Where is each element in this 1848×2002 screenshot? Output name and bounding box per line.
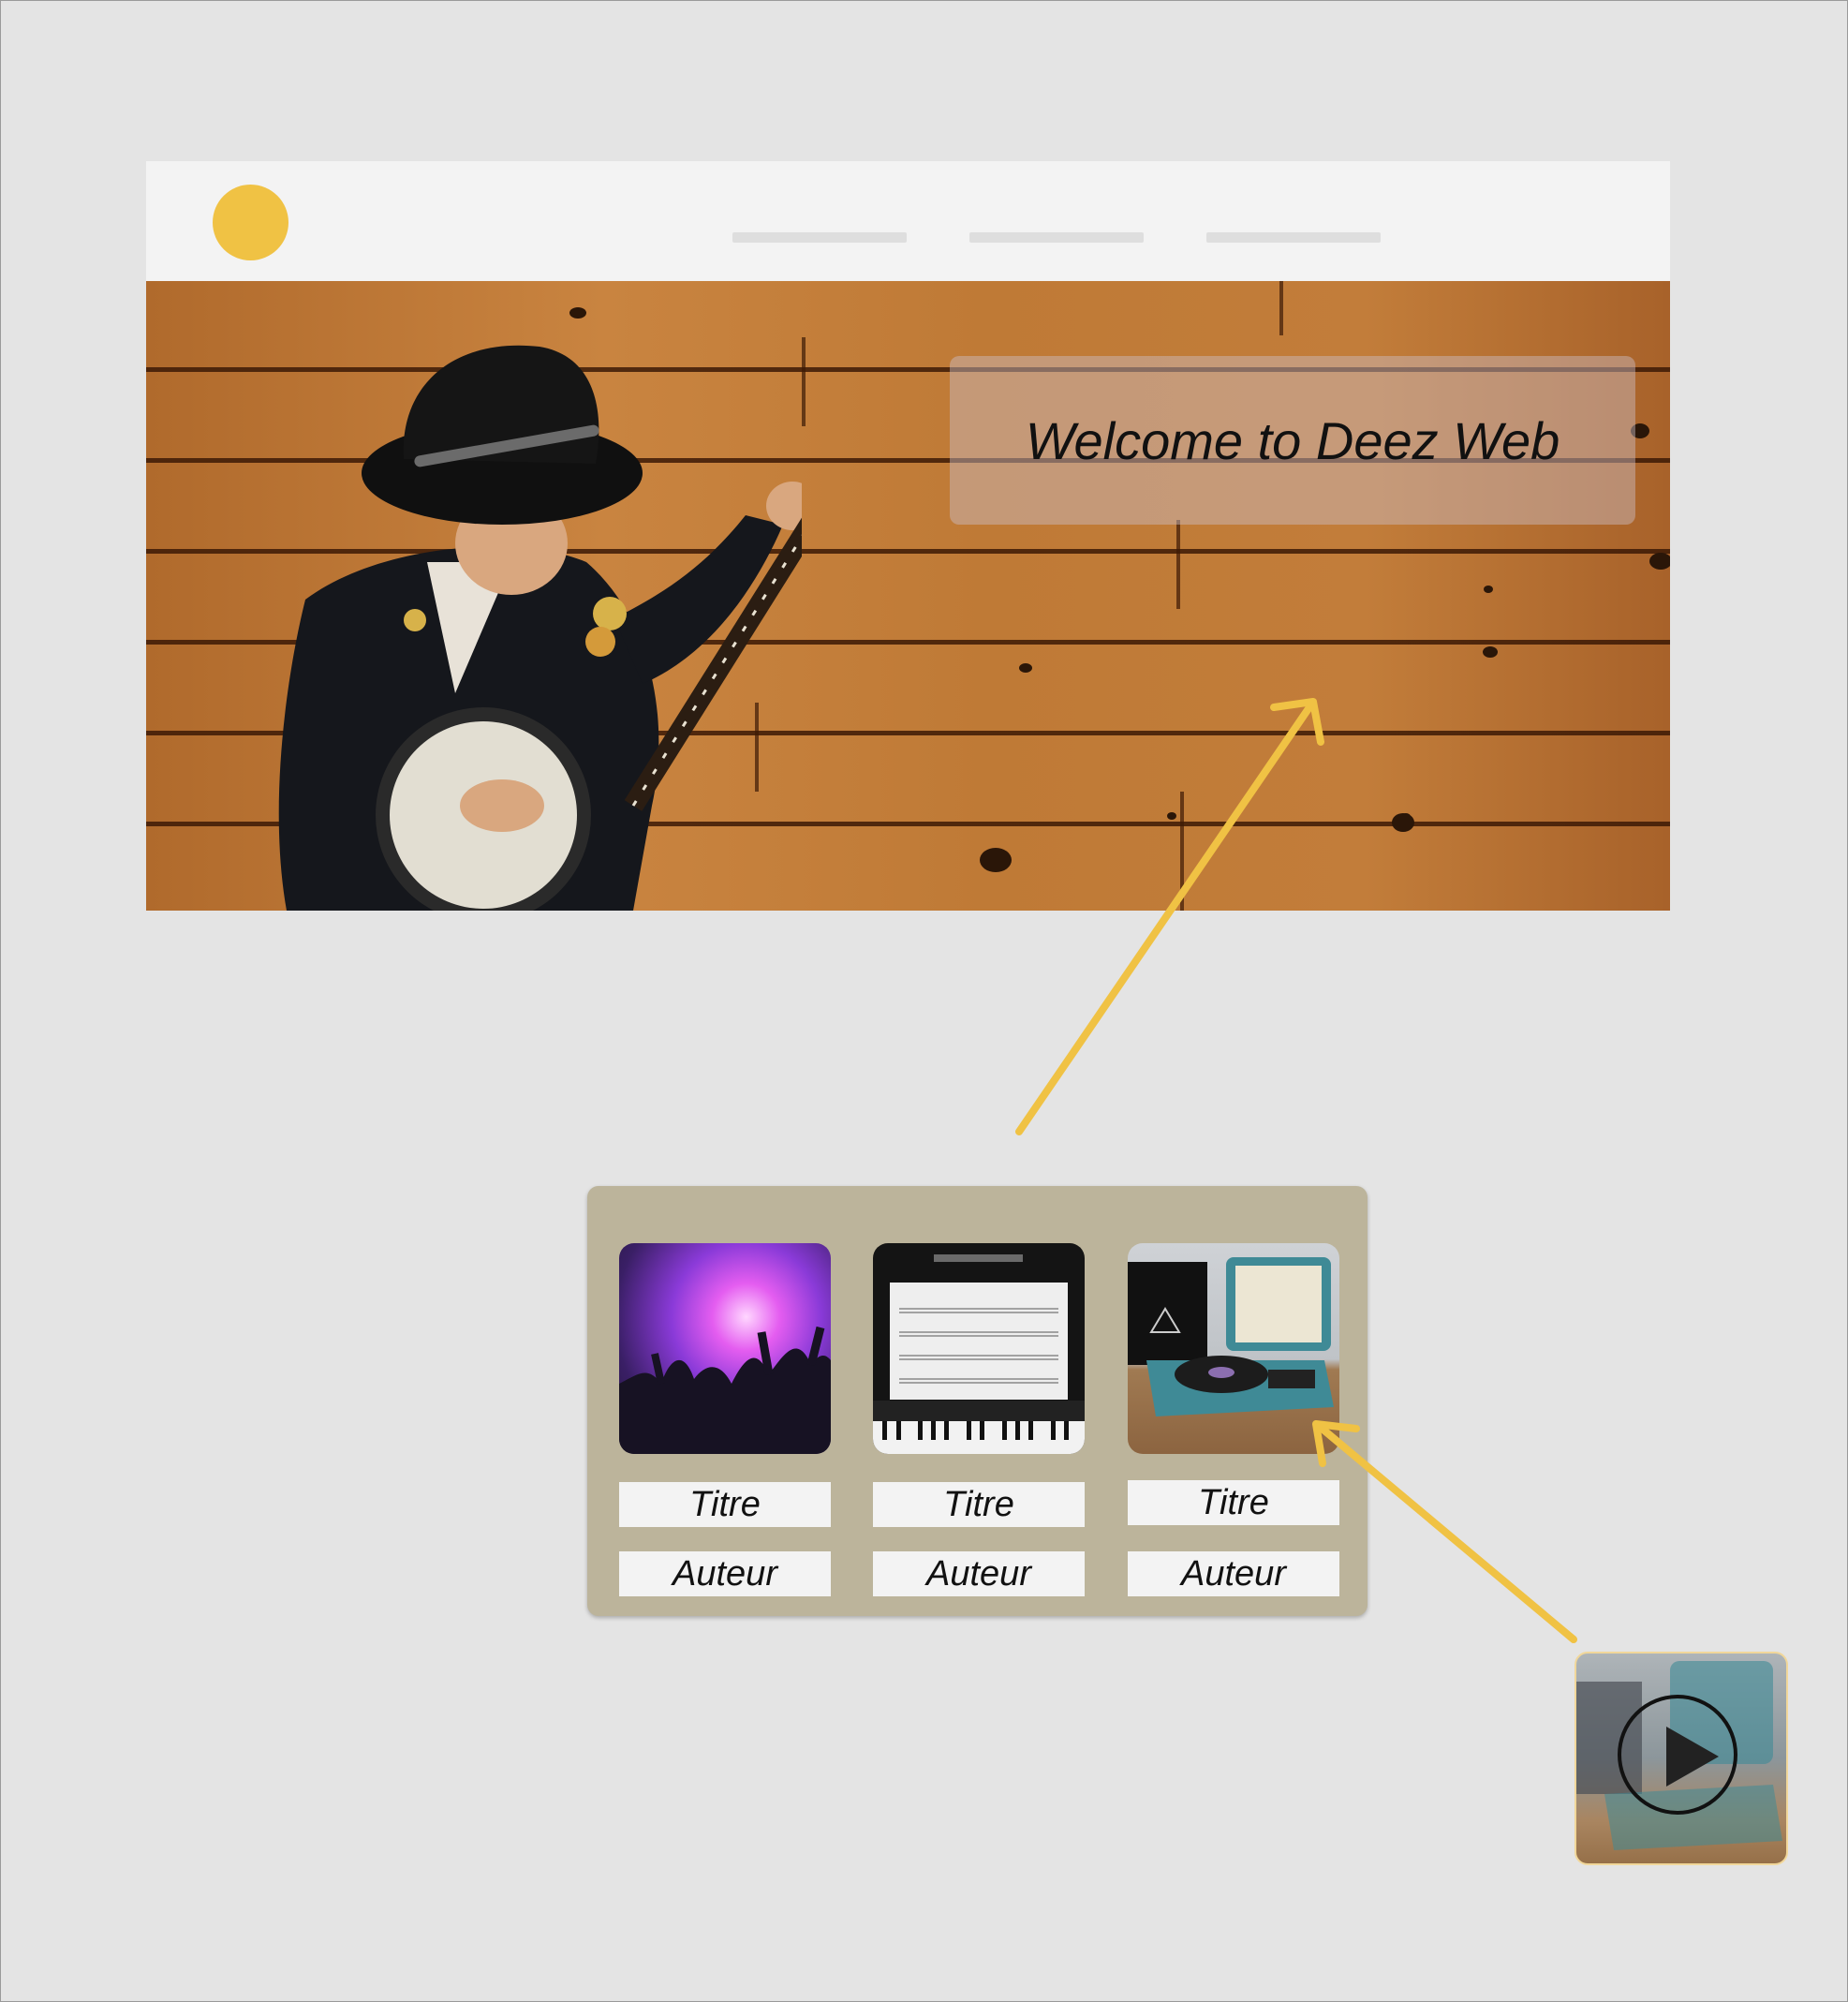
arrow-to-card [1315,1422,1577,1643]
arrow-to-hero [1015,701,1315,1135]
annotation-arrows [1015,698,1577,1643]
